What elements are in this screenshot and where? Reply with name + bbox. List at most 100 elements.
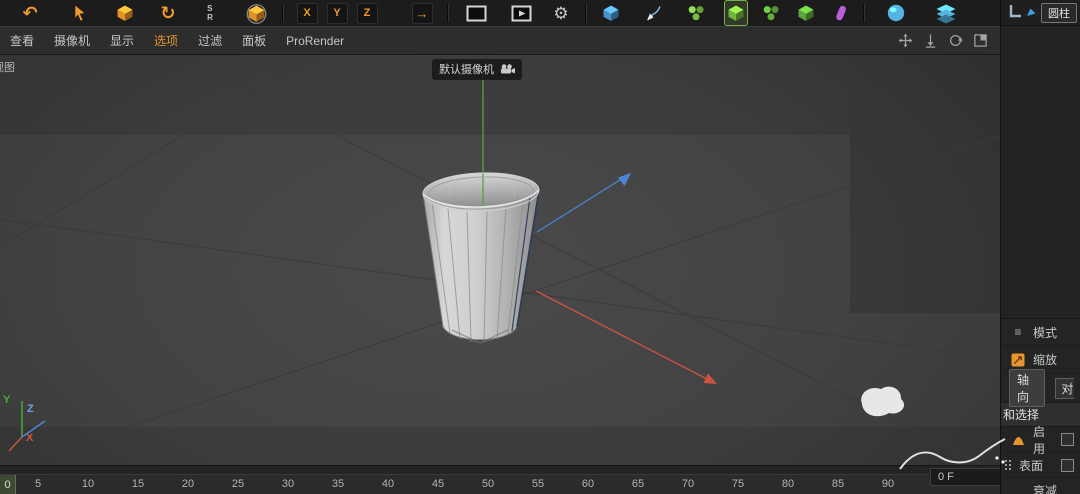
main-toolbar: ↶ ↻ SR XYZ → ⚙: [0, 0, 1000, 26]
viewport-canvas[interactable]: Y Z X: [0, 55, 1000, 465]
gizmo-y-label: Y: [3, 394, 11, 406]
tab-row: 轴向 对: [1001, 374, 1080, 403]
falloff-icon: [1009, 433, 1027, 446]
render-view-icon[interactable]: [465, 1, 487, 25]
enable-label: 启用: [1033, 423, 1055, 457]
selection-tool-icon[interactable]: [69, 1, 91, 25]
separator-3: [585, 4, 587, 22]
timeline-ruler[interactable]: 0 051015202530354045505560657075808590: [0, 474, 1000, 494]
tab-partial[interactable]: 对: [1055, 378, 1074, 399]
surface-checkbox[interactable]: [1061, 459, 1074, 472]
rotate-tool-icon[interactable]: ↻: [157, 1, 179, 25]
gizmo-z-label: Z: [27, 403, 34, 415]
subdivision-surface-icon[interactable]: [685, 1, 707, 25]
menu-item-display[interactable]: 显示: [100, 32, 144, 49]
render-settings-icon[interactable]: ⚙: [550, 1, 572, 25]
tab-axis[interactable]: 轴向: [1009, 369, 1045, 407]
y-axis-lock-icon[interactable]: Y: [326, 1, 348, 25]
surface-label: 表面: [1019, 457, 1043, 474]
bend-deformer-icon[interactable]: [830, 1, 852, 25]
timeline-tick-55: 55: [525, 478, 551, 490]
z-axis-lock-icon[interactable]: Z: [356, 1, 378, 25]
render-picture-viewer-icon[interactable]: [510, 1, 532, 25]
attribute-panel-empty-area: [1001, 26, 1080, 319]
timeline-tick-75: 75: [725, 478, 751, 490]
undo-icon[interactable]: ↶: [19, 1, 41, 25]
separator-2: [447, 4, 449, 22]
menu-item-panel[interactable]: 面板: [232, 32, 276, 49]
option-falloff-row: 衰减: [1001, 478, 1080, 494]
enable-checkbox[interactable]: [1061, 433, 1074, 446]
falloff-label: 衰减: [1033, 482, 1057, 494]
menu-item-prorender[interactable]: ProRender: [276, 34, 354, 48]
separator-1: [282, 4, 284, 22]
timeline-tick-10: 10: [75, 478, 101, 490]
timeline-tick-60: 60: [575, 478, 601, 490]
generator-icon[interactable]: [725, 1, 747, 25]
timeline-tick-80: 80: [775, 478, 801, 490]
spline-pen-icon[interactable]: [643, 1, 665, 25]
corner-ruler-icon[interactable]: [1008, 4, 1022, 21]
pan-view-icon[interactable]: [897, 33, 913, 49]
menu-item-options[interactable]: 选项: [144, 32, 188, 49]
timeline-tick-5: 5: [25, 478, 51, 490]
view-navigation-controls: [897, 33, 1000, 49]
frame-number-field[interactable]: 0 F: [930, 468, 1001, 486]
orbit-view-icon[interactable]: [947, 33, 963, 49]
timeline-tick-20: 20: [175, 478, 201, 490]
annotation-blob: [861, 387, 904, 417]
z-axis-arrow: [618, 173, 631, 186]
tool-name-label: 缩放: [1033, 351, 1057, 368]
object-button-cylinder[interactable]: 圆柱: [1041, 3, 1077, 23]
option-enable-row: 启用: [1001, 427, 1080, 453]
viewport-menus: 查看 摄像机 显示 选项 过滤 面板 ProRender: [0, 32, 354, 49]
timeline-tick-70: 70: [675, 478, 701, 490]
menu-item-view[interactable]: 查看: [0, 32, 44, 49]
timeline-tick-85: 85: [825, 478, 851, 490]
cinema4d-window: ↶↻SRXYZ→⚙ 查看 摄像机 显示 选项 过滤 面板 ProRender: [0, 0, 1080, 494]
toggle-view-icon[interactable]: [972, 33, 988, 49]
timeline-tick-65: 65: [625, 478, 651, 490]
timeline-tick-35: 35: [325, 478, 351, 490]
timeline-tick-15: 15: [125, 478, 151, 490]
timeline-tick-45: 45: [425, 478, 451, 490]
attribute-panel-header: 圆柱: [1001, 0, 1080, 26]
gizmo-x-label: X: [26, 432, 34, 444]
current-frame-marker[interactable]: 0: [0, 475, 16, 494]
mode-menu[interactable]: ≡ 模式: [1001, 319, 1080, 346]
timeline-tick-25: 25: [225, 478, 251, 490]
mode-label: 模式: [1033, 324, 1057, 341]
world-axes: [536, 173, 717, 384]
pointer-icon[interactable]: [1026, 6, 1037, 20]
timeline-tick-90: 90: [875, 478, 901, 490]
separator-4: [863, 4, 865, 22]
viewport[interactable]: Y Z X 视图 默认摄像机: [0, 55, 1000, 465]
camera-label-text: 默认摄像机: [439, 61, 494, 77]
primitive-cube-icon[interactable]: [600, 1, 622, 25]
workplane-icon[interactable]: →: [411, 1, 433, 25]
dolly-view-icon[interactable]: [922, 33, 938, 49]
timeline: 0 051015202530354045505560657075808590 0…: [0, 465, 1000, 494]
scale-tool-icon: [1009, 353, 1027, 367]
option-surface-row: 表面: [1001, 453, 1080, 478]
sky-icon[interactable]: [885, 1, 907, 25]
grid-dots-icon: [1005, 460, 1013, 470]
viewport-view-label: 视图: [0, 59, 15, 75]
instance-icon[interactable]: [795, 1, 817, 25]
timeline-tick-50: 50: [475, 478, 501, 490]
timeline-tick-40: 40: [375, 478, 401, 490]
x-axis-lock-icon[interactable]: X: [296, 1, 318, 25]
cloner-icon[interactable]: [760, 1, 782, 25]
coordinate-system-icon[interactable]: [245, 1, 267, 25]
menu-item-camera[interactable]: 摄像机: [44, 32, 100, 49]
menu-icon: ≡: [1009, 325, 1027, 339]
camera-label[interactable]: 默认摄像机: [432, 59, 522, 80]
camera-icon: [500, 64, 515, 74]
timeline-tick-0: 0: [0, 478, 1, 490]
recent-tools-widget[interactable]: SR: [199, 1, 221, 25]
move-tool-icon[interactable]: [114, 1, 136, 25]
menu-item-filter[interactable]: 过滤: [188, 32, 232, 49]
x-axis-arrow: [704, 374, 718, 385]
timeline-tick-30: 30: [275, 478, 301, 490]
floor-icon[interactable]: [935, 1, 957, 25]
